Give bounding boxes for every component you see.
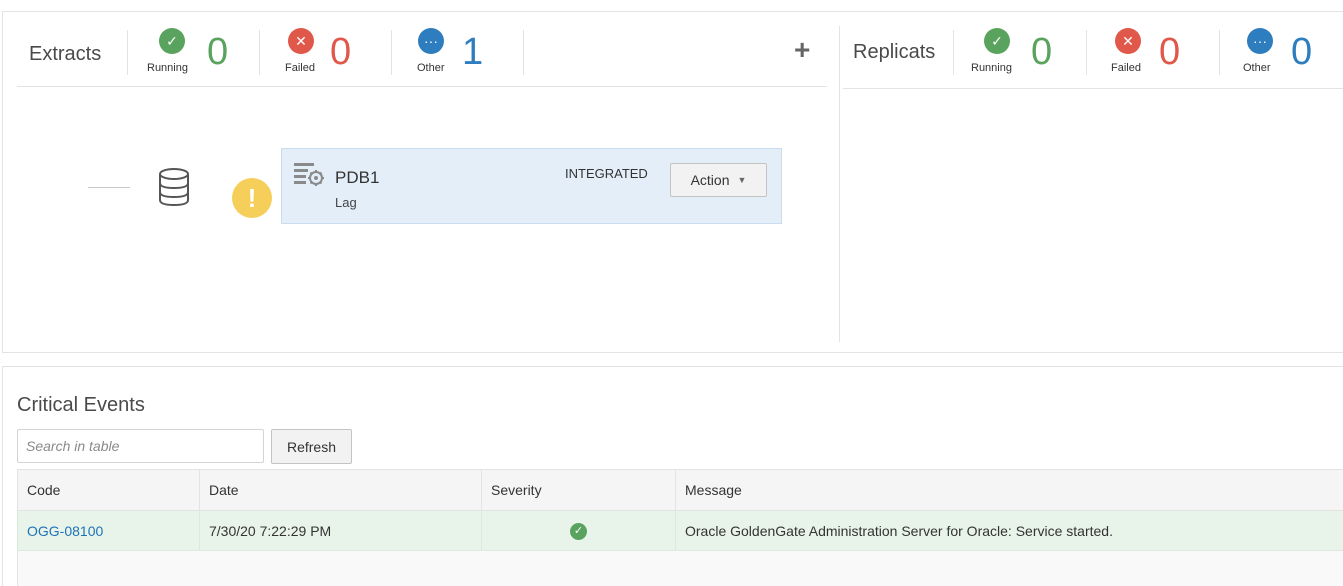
caret-down-icon: ▼	[737, 175, 747, 185]
replicats-failed-stat[interactable]: ✕ Failed 0	[1111, 28, 1201, 78]
table-header-row: Code Date Severity Message	[17, 469, 1343, 511]
extracts-other-count: 1	[462, 31, 484, 73]
action-label: Action	[690, 172, 730, 188]
divider	[523, 30, 524, 75]
column-header-severity[interactable]: Severity	[481, 469, 676, 511]
x-icon: ✕	[288, 28, 314, 54]
ellipsis-icon: ···	[418, 28, 444, 54]
extracts-running-count: 0	[207, 31, 229, 73]
divider	[391, 30, 392, 75]
refresh-button[interactable]: Refresh	[271, 429, 352, 464]
x-icon: ✕	[1115, 28, 1141, 54]
add-extract-button[interactable]: +	[794, 36, 810, 64]
critical-events-panel: Critical Events Refresh Code Date Severi…	[2, 366, 1343, 586]
connector-line	[88, 187, 130, 188]
divider	[953, 30, 954, 75]
column-header-code[interactable]: Code	[17, 469, 200, 511]
extracts-title: Extracts	[29, 43, 102, 65]
processes-panel: Extracts ✓ Running 0 ✕ Failed 0 ··· Othe…	[2, 11, 1343, 353]
extract-process-card[interactable]: PDB1 Lag INTEGRATED Action ▼	[281, 148, 782, 224]
success-check-icon: ✓	[570, 523, 587, 540]
extract-process-name: PDB1	[335, 168, 380, 187]
critical-events-title: Critical Events	[17, 394, 145, 416]
check-icon: ✓	[159, 28, 185, 54]
replicats-other-count: 0	[1291, 31, 1313, 73]
replicats-running-count: 0	[1031, 31, 1053, 73]
event-severity-cell: ✓	[481, 510, 676, 551]
extracts-section: Extracts ✓ Running 0 ✕ Failed 0 ··· Othe…	[3, 12, 839, 342]
extracts-running-stat[interactable]: ✓ Running 0	[147, 28, 242, 78]
extract-process-status: Lag	[335, 195, 357, 210]
section-divider	[839, 26, 840, 342]
replicats-other-stat[interactable]: ··· Other 0	[1243, 28, 1338, 78]
extract-process-icon	[294, 162, 324, 193]
events-table: Code Date Severity Message OGG-08100 7/3…	[17, 469, 1343, 551]
extracts-stats-row: Extracts ✓ Running 0 ✕ Failed 0 ··· Othe…	[17, 12, 827, 87]
extract-process-type: INTEGRATED	[565, 166, 648, 181]
extracts-failed-count: 0	[330, 31, 352, 73]
replicats-stats-row: Replicats ✓ Running 0 ✕ Failed 0 ··· Oth…	[843, 12, 1343, 89]
search-input[interactable]	[17, 429, 264, 463]
replicats-running-label: Running	[971, 62, 1012, 74]
divider	[1219, 30, 1220, 75]
divider	[127, 30, 128, 75]
table-empty-area	[17, 551, 1343, 586]
extracts-other-stat[interactable]: ··· Other 1	[417, 28, 507, 78]
column-header-message[interactable]: Message	[675, 469, 1343, 511]
event-message-cell: Oracle GoldenGate Administration Server …	[675, 510, 1343, 551]
action-dropdown-button[interactable]: Action ▼	[670, 163, 767, 197]
divider	[1086, 30, 1087, 75]
event-date-cell: 7/30/20 7:22:29 PM	[199, 510, 482, 551]
ellipsis-icon: ···	[1247, 28, 1273, 54]
replicats-title: Replicats	[853, 41, 936, 63]
table-row[interactable]: OGG-08100 7/30/20 7:22:29 PM ✓ Oracle Go…	[17, 510, 1343, 551]
replicats-failed-count: 0	[1159, 31, 1181, 73]
divider	[259, 30, 260, 75]
replicats-running-stat[interactable]: ✓ Running 0	[971, 28, 1066, 78]
check-icon: ✓	[984, 28, 1010, 54]
event-code-cell: OGG-08100	[17, 510, 200, 551]
database-icon	[157, 167, 191, 212]
replicats-section: Replicats ✓ Running 0 ✕ Failed 0 ··· Oth…	[843, 12, 1343, 342]
extracts-running-label: Running	[147, 62, 188, 74]
extracts-failed-stat[interactable]: ✕ Failed 0	[285, 28, 375, 78]
column-header-date[interactable]: Date	[199, 469, 482, 511]
warning-icon: !	[232, 178, 272, 218]
event-code-link[interactable]: OGG-08100	[27, 523, 103, 539]
